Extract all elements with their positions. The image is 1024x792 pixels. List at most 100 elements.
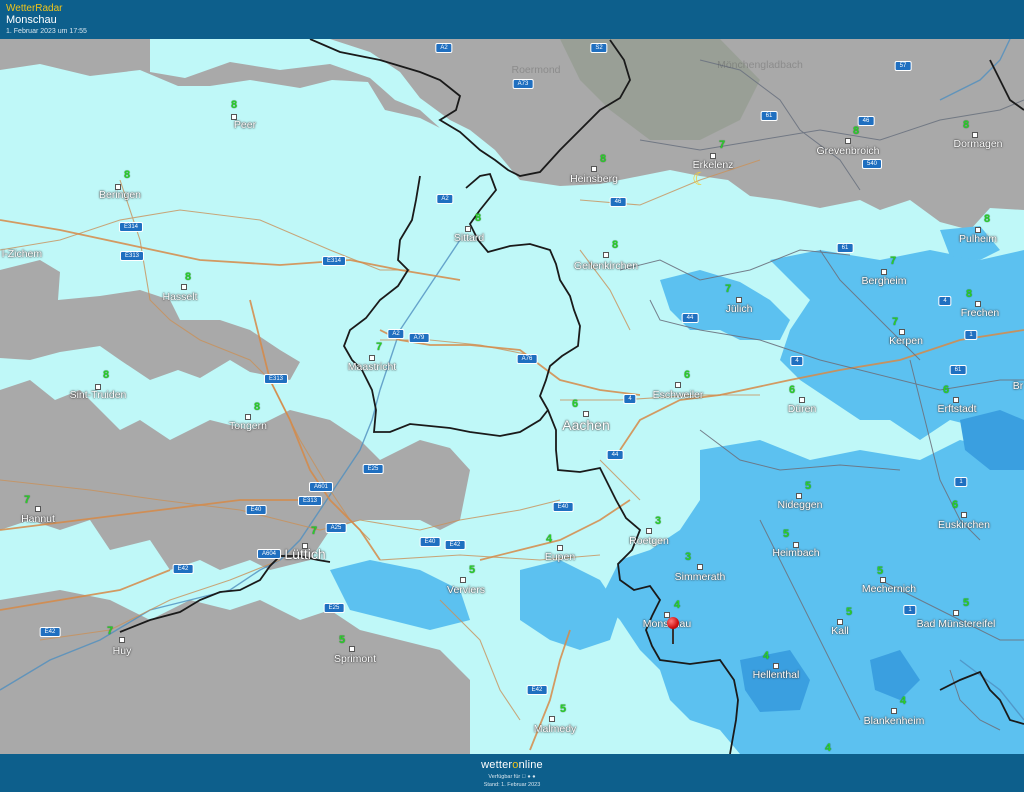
city-label-grevenbroich[interactable]: Grevenbroich [816,145,879,157]
city-label-euskirchen[interactable]: Euskirchen [938,519,990,531]
city-marker[interactable] [35,506,41,512]
temperature-value: 3 [684,551,692,563]
location-pin-icon[interactable] [667,617,679,629]
city-label-hellenthal[interactable]: Hellenthal [753,669,800,681]
city-label-tongern[interactable]: Tongern [229,420,267,432]
header-bar: WetterRadar Monschau 1. Februar 2023 um … [0,0,1024,39]
city-label-erftstadt[interactable]: Erftstadt [937,403,976,415]
city-marker[interactable] [961,512,967,518]
city-marker[interactable] [675,382,681,388]
temperature-value: 5 [876,565,884,577]
temperature-value: 6 [942,384,950,396]
city-label-bergheim[interactable]: Bergheim [862,275,907,287]
city-marker[interactable] [953,610,959,616]
city-label-beringen[interactable]: Beringen [99,189,141,201]
road-shield: A73 [512,79,534,89]
city-marker[interactable] [603,252,609,258]
city-marker[interactable] [646,528,652,534]
city-label-sint-truiden[interactable]: Sint-Truiden [70,389,127,401]
city-marker[interactable] [119,637,125,643]
city-marker[interactable] [845,138,851,144]
city-label-dueren[interactable]: Düren [788,403,817,415]
city-marker[interactable] [181,284,187,290]
city-marker[interactable] [460,577,466,583]
app-brand: WetterRadar [6,3,63,14]
temperature-value: 7 [891,316,899,328]
city-label-br[interactable]: Br [1013,380,1024,392]
city-marker[interactable] [349,646,355,652]
city-label-peer[interactable]: Peer [234,119,256,131]
city-label-heimbach[interactable]: Heimbach [772,547,819,559]
city-label-moenchengladbach[interactable]: Mönchengladbach [717,59,803,71]
city-label-juelich[interactable]: Jülich [726,303,753,315]
city-label-maastricht[interactable]: Maastricht [348,361,396,373]
temperature-value: 7 [106,625,114,637]
road-shield: E42 [39,627,61,637]
city-label-eupen[interactable]: Eupen [545,551,575,563]
temperature-value: 7 [724,283,732,295]
city-label-zichem[interactable]: l-Zichem [2,248,42,260]
city-label-blankenheim[interactable]: Blankenheim [864,715,925,727]
road-shield: 4 [938,296,952,306]
city-marker[interactable] [591,166,597,172]
moon-icon: ☾ [692,169,709,189]
city-label-nideggen[interactable]: Nideggen [778,499,823,511]
city-label-aachen[interactable]: Aachen [562,417,609,433]
road-shield: E314 [321,256,347,266]
city-label-mechernich[interactable]: Mechernich [862,583,916,595]
road-shield: E42 [444,540,466,550]
road-shield: E314 [118,222,144,232]
road-shield: A76 [516,354,538,364]
city-label-frechen[interactable]: Frechen [961,307,1000,319]
road-shield: 540 [861,159,883,169]
temperature-value: 5 [468,564,476,576]
city-marker[interactable] [891,708,897,714]
city-label-verviers[interactable]: Verviers [447,584,485,596]
temperature-value: 3 [654,515,662,527]
temperature-value: 6 [951,499,959,511]
city-marker[interactable] [697,564,703,570]
city-label-sittard[interactable]: Sittard [454,232,484,244]
city-label-malmedy[interactable]: Malmedy [534,723,577,735]
temperature-value: 8 [599,153,607,165]
city-label-heinsberg[interactable]: Heinsberg [570,173,618,185]
city-label-sprimont[interactable]: Sprimont [334,653,376,665]
city-label-hasselt[interactable]: Hasselt [162,291,197,303]
city-label-kerpen[interactable]: Kerpen [889,335,923,347]
temperature-value: 6 [788,384,796,396]
city-label-roermond[interactable]: Roermond [511,64,560,76]
city-marker[interactable] [549,716,555,722]
temperature-value: 8 [102,369,110,381]
location-title: Monschau [6,14,57,26]
temperature-value: 7 [23,494,31,506]
road-shield: E25 [323,603,345,613]
wetteronline-logo[interactable]: wetteronline [0,759,1024,771]
city-label-roetgen[interactable]: Roetgen [629,535,669,547]
road-shield: S2 [590,43,608,53]
temperature-value: 8 [253,401,261,413]
city-label-dormagen[interactable]: Dormagen [953,138,1002,150]
road-shield: E40 [245,505,267,515]
road-shield: 1 [903,605,917,615]
temperature-value: 4 [899,695,907,707]
city-label-geilenkirchen[interactable]: Geilenkirchen [574,260,638,272]
radar-map[interactable]: A2 S2 57 A73 61 46 540 46 A2 E314 E313 E… [0,39,1024,754]
city-label-huy[interactable]: Huy [113,645,132,657]
temperature-value: 8 [230,99,238,111]
road-shield: E25 [362,464,384,474]
city-label-bad-muenstereifel[interactable]: Bad Münstereifel [917,618,996,630]
city-label-simmerath[interactable]: Simmerath [675,571,726,583]
temperature-value: 4 [545,533,553,545]
temperature-value: 8 [611,239,619,251]
city-label-kall[interactable]: Kall [831,625,849,637]
city-label-hannut[interactable]: Hannut [21,513,55,525]
road-shield: E313 [119,251,145,261]
city-label-eschweiler[interactable]: Eschweiler [653,389,704,401]
temperature-value: 8 [852,125,860,137]
temperature-value: 6 [571,398,579,410]
location-pin-stem [672,628,674,644]
city-label-pulheim[interactable]: Pulheim [959,233,997,245]
city-label-luettich[interactable]: Lüttich [284,546,325,562]
temperature-value: 8 [123,169,131,181]
road-shield: 46 [609,197,627,207]
